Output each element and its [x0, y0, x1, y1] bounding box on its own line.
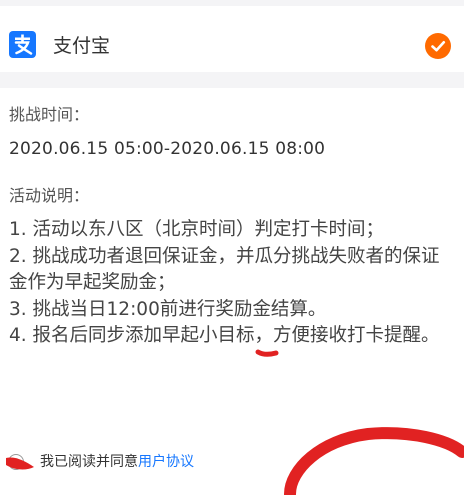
rules-label: 活动说明：: [9, 186, 90, 205]
challenge-time-value: 2020.06.15 05:00-2020.06.15 08:00: [9, 139, 326, 159]
payment-method-row[interactable]: 支付宝: [0, 6, 464, 72]
user-agreement-link[interactable]: 用户协议: [138, 454, 194, 470]
check-circle-icon[interactable]: [425, 33, 451, 59]
alipay-logo-icon: [9, 31, 36, 58]
agree-checkbox[interactable]: [8, 454, 24, 470]
challenge-time-label: 挑战时间：: [9, 105, 90, 124]
agreement-text: 我已阅读并同意用户协议: [40, 452, 194, 472]
payment-method-name: 支付宝: [53, 35, 111, 57]
rules-text: 1. 活动以东八区（北京时间）判定打卡时间； 2. 挑战成功者退回保证金，并瓜分…: [9, 219, 440, 346]
agreement-prefix: 我已阅读并同意: [40, 454, 138, 470]
